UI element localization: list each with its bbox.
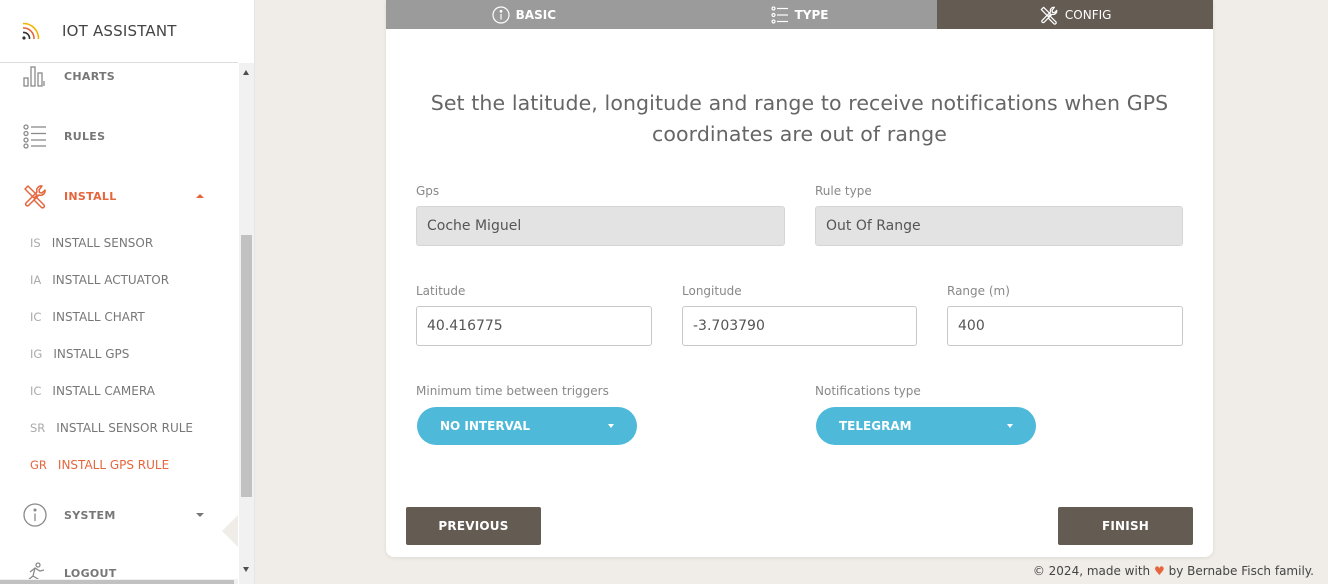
- subitem-abbr: SR: [30, 421, 46, 435]
- info-icon: [492, 5, 510, 24]
- sidebar-item-label: SYSTEM: [64, 508, 116, 522]
- min-time-label: Minimum time between triggers: [416, 384, 609, 398]
- sidebar-scrollbar[interactable]: [239, 63, 254, 584]
- notifications-type-value: TELEGRAM: [839, 419, 912, 433]
- range-label: Range (m): [947, 284, 1010, 298]
- wifi-logo-icon: [20, 20, 42, 42]
- gps-label: Gps: [416, 184, 440, 198]
- subitem-abbr: IA: [30, 273, 42, 287]
- sidebar-item-label: RULES: [64, 129, 106, 143]
- finish-button[interactable]: FINISH: [1058, 507, 1193, 545]
- chevron-down-icon: [1007, 424, 1013, 428]
- chevron-up-icon: [196, 194, 204, 198]
- scrollbar-thumb[interactable]: [241, 235, 252, 497]
- footer-suffix: by Bernabe Fisch family.: [1168, 564, 1314, 578]
- bar-chart-icon: [22, 63, 48, 89]
- tools-icon: [1039, 5, 1059, 25]
- list-icon: [22, 123, 48, 149]
- horizontal-scrollbar-thumb[interactable]: [0, 580, 234, 584]
- scroll-down-arrow-icon[interactable]: [243, 567, 249, 572]
- list-icon: [770, 5, 789, 24]
- sidebar-item-system[interactable]: SYSTEM: [0, 495, 238, 535]
- tools-icon: [22, 183, 48, 209]
- wizard-card: BASIC TYPE CONFIG Set the latitude, long…: [386, 0, 1214, 557]
- sidebar-item-label: LOGOUT: [64, 566, 117, 580]
- latitude-label: Latitude: [416, 284, 466, 298]
- tab-config[interactable]: CONFIG: [937, 0, 1214, 29]
- subitem-label: INSTALL ACTUATOR: [52, 273, 170, 287]
- longitude-input[interactable]: -3.703790: [682, 306, 917, 346]
- subitem-label: INSTALL GPS: [53, 347, 130, 361]
- sidebar-subitem-install-gps-rule[interactable]: GR INSTALL GPS RULE: [0, 451, 238, 479]
- info-icon: [22, 502, 48, 528]
- sidebar-subitem-install-gps[interactable]: IG INSTALL GPS: [0, 340, 238, 368]
- subitem-abbr: IC: [30, 310, 42, 324]
- sidebar-item-label: INSTALL: [64, 189, 117, 203]
- gps-field: Coche Miguel: [416, 206, 785, 246]
- notifications-type-label: Notifications type: [815, 384, 921, 398]
- range-input[interactable]: 400: [947, 306, 1183, 346]
- longitude-label: Longitude: [682, 284, 742, 298]
- footer-prefix: © 2024, made with: [1032, 564, 1151, 578]
- subitem-abbr: IG: [30, 347, 43, 361]
- subitem-abbr: GR: [30, 458, 47, 472]
- min-time-dropdown[interactable]: NO INTERVAL: [417, 407, 637, 445]
- heart-icon: ♥: [1153, 564, 1165, 578]
- chevron-down-icon: [608, 424, 614, 428]
- sidebar-subitem-install-actuator[interactable]: IA INSTALL ACTUATOR: [0, 266, 238, 294]
- rule-type-field: Out Of Range: [815, 206, 1183, 246]
- subitem-label: INSTALL CHART: [52, 310, 145, 324]
- sidebar-item-label: CHARTS: [64, 69, 115, 83]
- sidebar-nav: CHARTS RULES INSTALL IS INSTALL SENSOR I…: [0, 63, 238, 584]
- sidebar-item-install[interactable]: INSTALL: [0, 176, 238, 216]
- tab-label: TYPE: [794, 7, 829, 22]
- subitem-label: INSTALL SENSOR RULE: [56, 421, 194, 435]
- tab-label: CONFIG: [1064, 7, 1112, 22]
- rule-type-label: Rule type: [815, 184, 872, 198]
- subitem-abbr: IS: [30, 236, 41, 250]
- sidebar-subitem-install-chart[interactable]: IC INSTALL CHART: [0, 303, 238, 331]
- latitude-input[interactable]: 40.416775: [416, 306, 652, 346]
- notifications-type-dropdown[interactable]: TELEGRAM: [816, 407, 1036, 445]
- app-title: IOT ASSISTANT: [62, 22, 177, 40]
- subitem-label: INSTALL GPS RULE: [57, 458, 170, 472]
- previous-button[interactable]: PREVIOUS: [406, 507, 541, 545]
- sidebar: IOT ASSISTANT CHARTS RULES INSTALL IS IN…: [0, 0, 255, 584]
- sidebar-item-rules[interactable]: RULES: [0, 116, 238, 156]
- subitem-abbr: IC: [30, 384, 42, 398]
- tab-label: BASIC: [515, 7, 557, 22]
- subitem-label: INSTALL SENSOR: [51, 236, 154, 250]
- form-heading: Set the latitude, longitude and range to…: [430, 91, 1169, 146]
- sidebar-subitem-install-camera[interactable]: IC INSTALL CAMERA: [0, 377, 238, 405]
- tab-basic[interactable]: BASIC: [386, 0, 662, 29]
- scroll-up-arrow-icon[interactable]: [243, 70, 249, 75]
- chevron-down-icon: [196, 513, 204, 517]
- min-time-value: NO INTERVAL: [440, 419, 530, 433]
- tab-type[interactable]: TYPE: [661, 0, 938, 29]
- active-indicator: [222, 515, 238, 547]
- sidebar-horizontal-scrollbar[interactable]: [0, 579, 238, 584]
- sidebar-subitem-install-sensor[interactable]: IS INSTALL SENSOR: [0, 229, 238, 257]
- wizard-tabs: BASIC TYPE CONFIG: [386, 0, 1214, 29]
- subitem-label: INSTALL CAMERA: [52, 384, 155, 398]
- sidebar-item-charts[interactable]: CHARTS: [0, 63, 238, 96]
- sidebar-subitem-install-sensor-rule[interactable]: SR INSTALL SENSOR RULE: [0, 414, 238, 442]
- brand[interactable]: IOT ASSISTANT: [0, 0, 238, 63]
- footer: © 2024, made with ♥ by Bernabe Fisch fam…: [1033, 564, 1314, 578]
